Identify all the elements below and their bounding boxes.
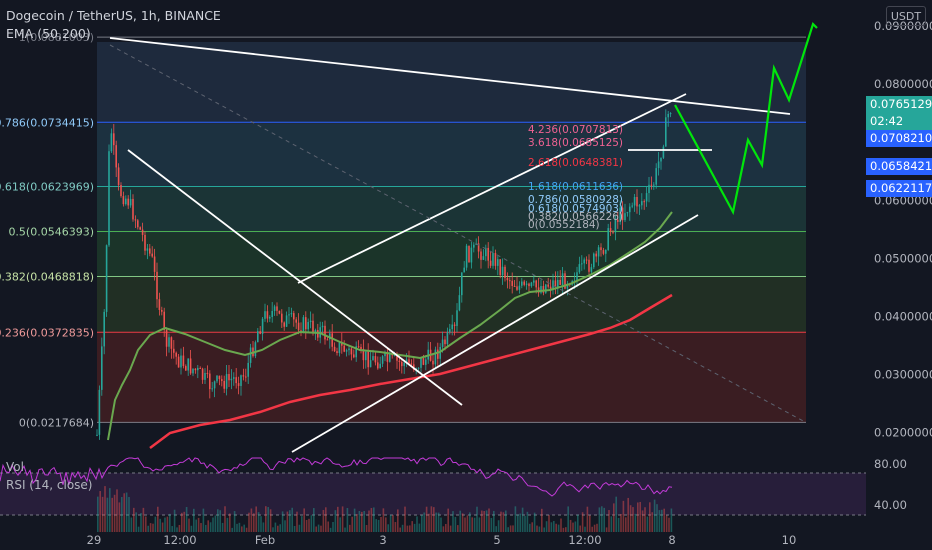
volume-legend[interactable]: Vol xyxy=(6,460,24,474)
time-tick: 10 xyxy=(782,533,797,547)
fib-level-label: 0(0.0217684) xyxy=(19,416,94,429)
time-axis[interactable] xyxy=(0,532,866,550)
price-tick: 0.0800000 xyxy=(874,77,932,91)
price-tick: 0.0200000 xyxy=(874,426,932,440)
time-tick: 3 xyxy=(379,533,386,547)
fib-zone-1 xyxy=(97,42,806,124)
price-tick: 0.0400000 xyxy=(874,310,932,324)
ema-legend[interactable]: EMA (50,200) xyxy=(6,26,91,41)
price-level-label: 0.0658421 xyxy=(866,158,932,176)
countdown-label: 02:42 xyxy=(866,113,932,130)
time-tick: 5 xyxy=(493,533,500,547)
time-tick: 12:00 xyxy=(163,533,196,547)
fib-zone-3 xyxy=(97,187,806,233)
price-tick: 0.0300000 xyxy=(874,368,932,382)
fib-level-label: 0.618(0.0623969) xyxy=(0,180,94,193)
price-level-label: 0.0708210 xyxy=(866,129,932,147)
fib-level-label: 0.236(0.0372835) xyxy=(0,326,94,339)
fib-level-label: 0.786(0.0734415) xyxy=(0,116,94,129)
time-tick: 29 xyxy=(87,533,102,547)
rsi-tick: 40.00 xyxy=(874,498,907,512)
fib-zone-4 xyxy=(97,233,806,277)
currency-button[interactable]: USDT xyxy=(886,6,926,26)
fib-extension-label: 2.618(0.0648381) xyxy=(528,157,623,169)
time-tick: 12:00 xyxy=(568,533,601,547)
chart-canvas[interactable]: 1(0.0881003)0.786(0.0734415)0.618(0.0623… xyxy=(0,0,932,550)
fib-extension-label: 3.618(0.0685125) xyxy=(528,137,623,149)
time-tick: Feb xyxy=(255,533,275,547)
price-tick: 0.0500000 xyxy=(874,251,932,265)
fib-extension-label: 4.236(0.0707813) xyxy=(528,124,623,136)
price-level-label: 0.0622117 xyxy=(866,179,932,197)
fib-level-label: 0.5(0.0546393) xyxy=(8,225,94,238)
rsi-tick: 80.00 xyxy=(874,457,907,471)
time-tick: 8 xyxy=(668,533,675,547)
fib-level-label: 0.382(0.0468818) xyxy=(0,271,94,284)
fib-extension-label: 0(0.0552184) xyxy=(528,219,600,231)
current-price-label: 0.0765129 xyxy=(866,96,932,113)
rsi-legend[interactable]: RSI (14, close) xyxy=(6,478,92,492)
symbol-title[interactable]: Dogecoin / TetherUS, 1h, BINANCE xyxy=(6,8,221,23)
fib-extension-label: 1.618(0.0611636) xyxy=(528,181,623,193)
tradingview-chart[interactable]: 1(0.0881003) 0.786(0.0734415) 0.618(0.0623… xyxy=(0,0,932,550)
fib-zone-2 xyxy=(97,124,806,187)
fib-retracement-zones xyxy=(97,42,806,423)
